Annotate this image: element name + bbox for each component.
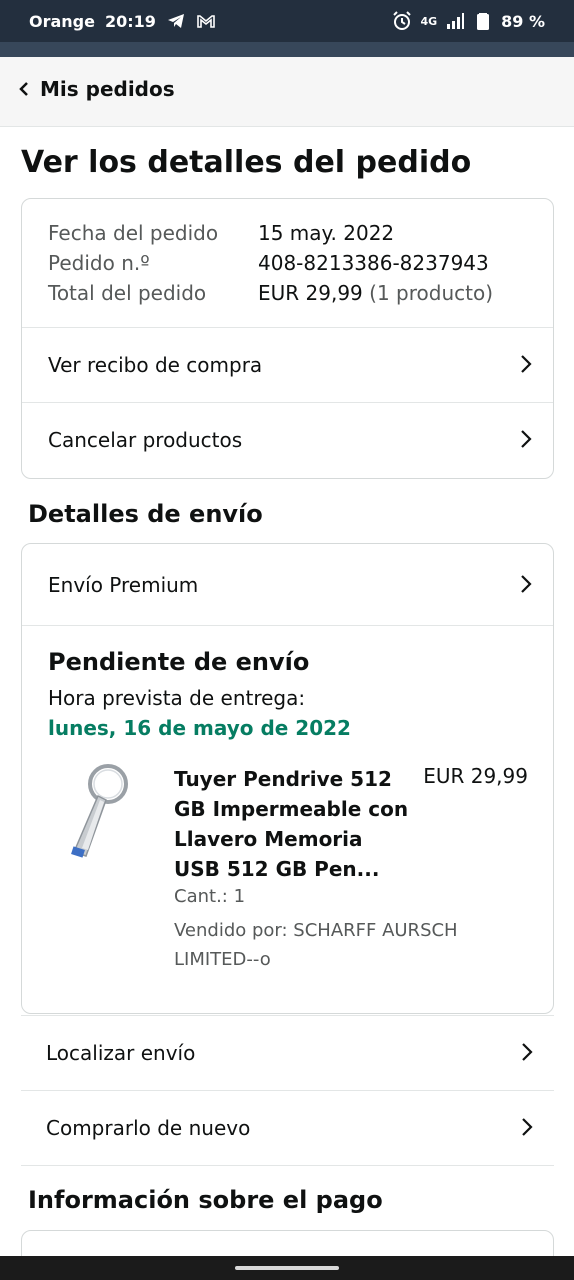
buy-again-label: Comprarlo de nuevo <box>46 1115 251 1140</box>
order-total-amount: EUR 29,99 <box>258 281 363 305</box>
divider <box>22 625 553 626</box>
cancel-products-row[interactable]: Cancelar productos <box>22 402 553 477</box>
shipping-method-row[interactable]: Envío Premium <box>22 547 553 622</box>
view-receipt-row[interactable]: Ver recibo de compra <box>22 327 553 402</box>
home-gesture-handle[interactable] <box>235 1266 339 1270</box>
product-title[interactable]: Tuyer Pendrive 512 GB Impermeable con Ll… <box>174 764 414 884</box>
view-receipt-label: Ver recibo de compra <box>48 352 263 377</box>
divider <box>21 1165 554 1166</box>
buy-again-row[interactable]: Comprarlo de nuevo <box>21 1090 554 1165</box>
order-date-label: Fecha del pedido <box>48 221 219 245</box>
chevron-left-icon <box>19 82 28 96</box>
order-total-count: (1 producto) <box>369 281 494 305</box>
cancel-products-label: Cancelar productos <box>48 427 243 452</box>
alarm-icon <box>393 11 412 30</box>
telegram-icon <box>167 14 184 28</box>
eta-label: Hora prevista de entrega: <box>48 686 306 710</box>
track-shipment-row[interactable]: Localizar envío <box>21 1015 554 1090</box>
order-total-value: EUR 29,99 (1 producto) <box>258 281 493 305</box>
track-shipment-label: Localizar envío <box>46 1040 196 1065</box>
status-bar: Orange 20:19 4G 89 % <box>0 0 574 42</box>
order-date-value: 15 may. 2022 <box>258 221 395 245</box>
product-seller: Vendido por: SCHARFF AURSCH LIMITED--o <box>174 920 458 970</box>
product-price: EUR 29,99 <box>423 764 528 788</box>
clock-time: 20:19 <box>104 11 156 31</box>
order-total-label: Total del pedido <box>48 281 207 305</box>
header-strip <box>0 42 574 57</box>
gesture-bar <box>0 1256 574 1280</box>
eta-date: lunes, 16 de mayo de 2022 <box>48 716 351 740</box>
chevron-right-icon <box>522 1118 533 1136</box>
chevron-right-icon <box>521 355 532 373</box>
shipping-section-title: Detalles de envío <box>28 500 263 528</box>
chevron-right-icon <box>522 1043 533 1061</box>
battery-icon <box>477 13 490 30</box>
gmail-icon <box>197 15 215 28</box>
order-number-label: Pedido n.º <box>48 251 150 275</box>
shipping-method-label: Envío Premium <box>48 572 199 597</box>
payment-section-title: Información sobre el pago <box>28 1186 383 1214</box>
battery-level: 89 % <box>501 11 545 31</box>
product-image[interactable] <box>62 762 132 862</box>
chevron-right-icon <box>521 575 532 593</box>
chevron-right-icon <box>521 430 532 448</box>
shipping-card: Envío Premium Pendiente de envío Hora pr… <box>21 543 554 1014</box>
product-quantity: Cant.: 1 <box>174 886 246 907</box>
page-title: Ver los detalles del pedido <box>21 145 472 180</box>
signal-icon <box>447 13 465 29</box>
order-number-value: 408-8213386-8237943 <box>258 251 489 275</box>
nav-bar: Mis pedidos <box>0 57 574 127</box>
order-summary-card: Fecha del pedido 15 may. 2022 Pedido n.º… <box>21 198 554 479</box>
back-label: Mis pedidos <box>40 77 175 101</box>
carrier-name: Orange <box>29 11 95 31</box>
network-type: 4G <box>420 14 438 28</box>
shipment-status-title: Pendiente de envío <box>48 648 310 676</box>
back-button[interactable]: Mis pedidos <box>18 77 175 101</box>
